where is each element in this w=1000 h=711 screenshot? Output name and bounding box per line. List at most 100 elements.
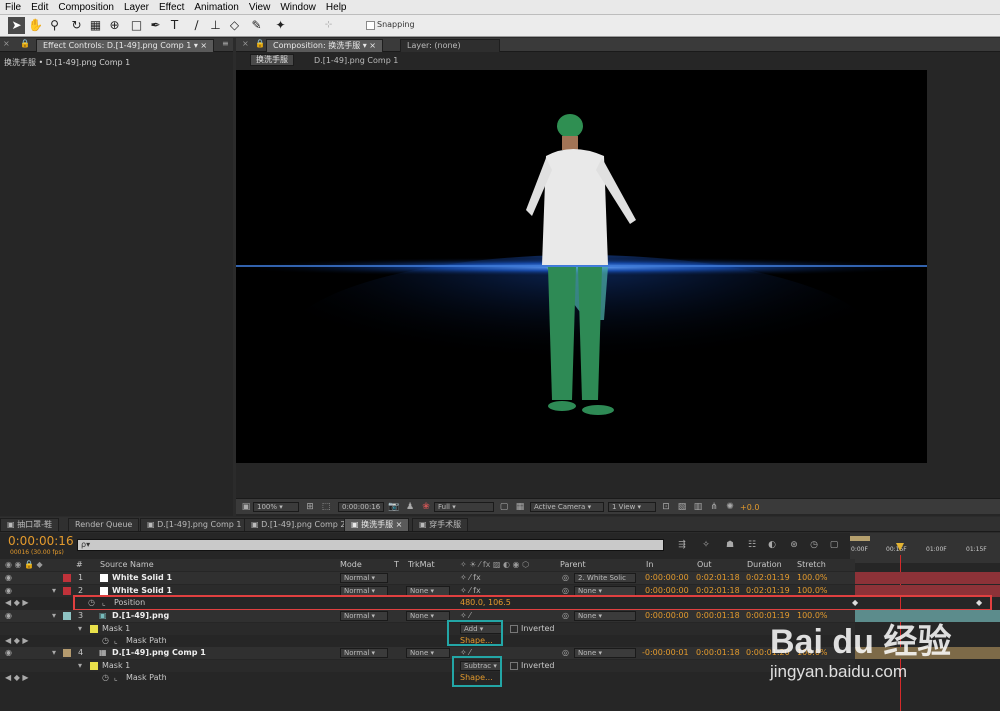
layer-row[interactable]: ◉ ▾ 4 ▦ D.[1-49].png Comp 1 Normal ▾ Non… [0,647,855,659]
layer-name[interactable]: D.[1-49].png Comp 1 [112,647,206,659]
layer-in-point[interactable]: 0:00:00:00 [645,572,689,584]
text-tool-icon[interactable]: T [166,17,183,34]
pickwhip-icon[interactable]: ◎ [562,647,569,659]
work-area-start[interactable] [850,536,870,541]
menu-file[interactable]: File [0,0,26,15]
mask-path-row[interactable]: ◀ ◆ ▶ ◷ ⌞ Mask Path Shape... [0,635,855,647]
mask-label[interactable]: Mask 1 [102,623,130,635]
expand-arrow-icon[interactable]: ▾ [78,660,82,672]
mode-dropdown[interactable]: Normal ▾ [340,648,388,658]
tab-mask-shoes[interactable]: ▣ 抽口罩-鞋 [0,518,59,531]
mask-row[interactable]: ▾ Mask 1 Add ▾ Inverted [0,623,855,635]
mask-visibility-icon[interactable]: ⬚ [320,501,332,513]
snapping-checkbox[interactable] [366,21,375,30]
inverted-checkbox[interactable] [510,662,518,670]
mask-path-row[interactable]: ◀ ◆ ▶ ◷ ⌞ Mask Path Shape... [0,672,855,684]
tab-comp2[interactable]: ▣ D.[1-49].png Comp 2 [244,518,353,531]
tab-change-gown[interactable]: ▣ 换洗手服 × [344,518,410,531]
menu-layer[interactable]: Layer [119,0,154,15]
breadcrumb-comp1[interactable]: D.[1-49].png Comp 1 [314,56,398,65]
col-header-source[interactable]: Source Name [100,559,154,571]
flowchart-icon[interactable]: ⋔ [708,501,720,513]
layer-in-point[interactable]: -0:00:00:01 [642,647,689,659]
parent-dropdown[interactable]: None ▾ [574,611,636,621]
lock-icon[interactable]: 🔒 [255,39,265,48]
layer-1-bar[interactable] [855,572,1000,584]
mask-color-swatch[interactable] [90,662,98,670]
timeline-current-time[interactable]: 0:00:00:16 [8,534,74,548]
tab-composition[interactable]: Composition: 换洗手服 ▾ × [266,39,384,52]
show-snapshot-icon[interactable]: ♟ [404,501,416,513]
inverted-checkbox[interactable] [510,625,518,633]
hand-tool-icon[interactable]: ✋ [27,17,44,34]
visibility-eye-icon[interactable]: ◉ [5,572,12,584]
camera-tool-icon[interactable]: ▦ [87,17,104,34]
layer-3-bar[interactable] [855,610,1000,622]
layer-row[interactable]: ◉ ▾ 3 ▣ D.[1-49].png Normal ▾ None ▾ ✧ ⁄… [0,610,855,622]
keyframe-nav-icon[interactable]: ◀ ◆ ▶ [5,597,29,609]
mode-dropdown[interactable]: Normal ▾ [340,611,388,621]
layer-switches[interactable]: ✧ ⁄ fx [460,572,481,584]
comp-mini-flowchart-icon[interactable]: ⇶ [676,539,688,551]
menu-window[interactable]: Window [275,0,321,15]
channel-icon[interactable]: ❀ [420,501,432,513]
expand-arrow-icon[interactable]: ▾ [52,585,56,597]
keyframe-nav-icon[interactable]: ◀ ◆ ▶ [5,672,29,684]
tab-effect-controls[interactable]: Effect Controls: D.[1-49].png Comp 1 ▾ × [36,39,215,52]
brush-tool-icon[interactable]: ∕ [188,17,205,34]
parent-dropdown[interactable]: 2. White Solic [574,573,636,583]
pen-tool-icon[interactable]: ✒ [147,17,164,34]
camera-dropdown[interactable]: Active Camera ▾ [530,502,604,512]
breadcrumb-active[interactable]: 换洗手服 [250,54,294,66]
exposure-icon[interactable]: ✺ [724,501,736,513]
transparency-grid-icon[interactable]: ▦ [514,501,526,513]
tab-wear-gown[interactable]: ▣ 穿手术服 [412,518,469,531]
selection-tool-icon[interactable]: ➤ [8,17,25,34]
graph-editor-icon[interactable]: ⊛ [788,539,800,551]
layer-name[interactable]: D.[1-49].png [112,610,169,622]
motion-blur-icon[interactable]: ◐ [766,539,778,551]
pan-behind-tool-icon[interactable]: ⊕ [106,17,123,34]
visibility-eye-icon[interactable]: ◉ [5,647,12,659]
visibility-eye-icon[interactable]: ◉ [5,585,12,597]
panel-menu-icon[interactable]: ≡ [222,39,229,48]
time-ruler[interactable]: 0:00F 00:15F 01:00F 01:15F [850,533,1000,563]
stopwatch-icon[interactable]: ◷ [102,635,109,647]
layer-4-bar[interactable] [855,647,1000,659]
snapshot-icon[interactable]: 📷 [388,501,400,513]
rotate-tool-icon[interactable]: ↻ [68,17,85,34]
mask-color-swatch[interactable] [90,625,98,633]
pixel-aspect-icon[interactable]: ⊡ [660,501,672,513]
draft-3d-icon[interactable]: ✧ [700,539,712,551]
roto-brush-tool-icon[interactable]: ✎ [248,17,265,34]
magnification-dropdown[interactable]: 100% ▾ [253,502,299,512]
resolution-dropdown[interactable]: Full ▾ [434,502,494,512]
menu-effect[interactable]: Effect [154,0,189,15]
layer-out-point[interactable]: 0:00:01:18 [696,610,740,622]
clone-stamp-tool-icon[interactable]: ⊥ [207,17,224,34]
timeline-search-input[interactable]: ρ▾ [77,539,664,551]
layer-in-point[interactable]: 0:00:00:00 [645,610,689,622]
expand-arrow-icon[interactable]: ▾ [52,610,56,622]
layer-out-point[interactable]: 0:00:01:18 [696,647,740,659]
eraser-tool-icon[interactable]: ◇ [226,17,243,34]
panel-close-icon[interactable]: × [3,39,10,48]
layer-stretch[interactable]: 100.0% [797,647,828,659]
menu-help[interactable]: Help [321,0,352,15]
trkmat-dropdown[interactable]: None ▾ [406,611,450,621]
axis-mode-icons[interactable]: ⊹ ⊹ ⊹ [320,17,337,64]
layer-stretch[interactable]: 100.0% [797,610,828,622]
keyframe-nav-icon[interactable]: ◀ ◆ ▶ [5,635,29,647]
exposure-value[interactable]: +0.0 [740,503,759,512]
pickwhip-icon[interactable]: ◎ [562,610,569,622]
rectangle-tool-icon[interactable]: □ [128,17,145,34]
timeline-icon[interactable]: ▥ [692,501,704,513]
always-preview-icon[interactable]: ▣ [240,501,252,513]
view-layout-dropdown[interactable]: 1 View ▾ [608,502,656,512]
menu-edit[interactable]: Edit [26,0,53,15]
layer-duration[interactable]: 0:00:01:20 [746,647,790,659]
trkmat-dropdown[interactable]: None ▾ [406,648,450,658]
frame-blending-icon[interactable]: ☷ [746,539,758,551]
mask-row[interactable]: ▾ Mask 1 Subtrac ▾ Inverted [0,660,855,672]
hide-shy-layers-icon[interactable]: ☗ [724,539,736,551]
